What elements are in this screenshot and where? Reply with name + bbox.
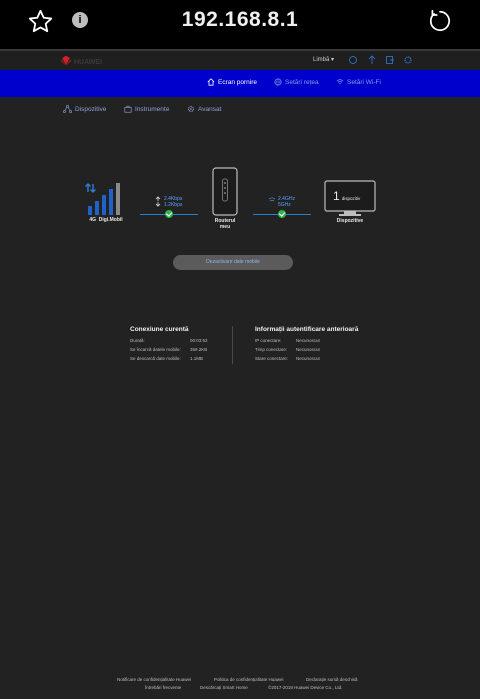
browser-toolbar: i 192.168.8.1	[0, 0, 480, 49]
device-count: 1	[333, 189, 340, 203]
previous-auth-title: Informații autentificare anterioară	[255, 326, 359, 333]
logout-icon[interactable]	[385, 55, 395, 65]
footer-link-open-source[interactable]: Declarație sursă deschisă	[306, 677, 358, 682]
subnav-devices[interactable]: Dispozitive	[63, 105, 106, 113]
nav-home-label: Ecran pornire	[218, 78, 258, 86]
devices-caption: Dispozitive	[336, 218, 364, 224]
subnav-advanced-label: Avansat	[198, 105, 222, 113]
router-label-line2: meu	[219, 224, 231, 230]
uploaded-label: Se încarcă datele mobile:	[130, 347, 181, 352]
subnav-devices-label: Dispozitive	[75, 105, 107, 113]
duration-value: 00:03:52	[190, 338, 208, 343]
globe-icon	[274, 78, 282, 86]
nav-network-label: Setări rețea	[285, 78, 319, 86]
uploaded-value: 359.2KB	[190, 347, 208, 352]
toolbox-icon	[124, 105, 132, 113]
router-topbar: HUAWEI Limbă ▾	[0, 51, 480, 70]
router-icon[interactable]	[211, 167, 239, 217]
nav-wifi-settings[interactable]: Setări Wi-Fi	[336, 78, 381, 86]
wifi-bands: 2.4GHz 5GHz	[278, 196, 295, 208]
device-count-unit: dispozitiv	[341, 196, 361, 201]
subnav-advanced[interactable]: Avansat	[187, 105, 221, 113]
panel-divider	[232, 326, 233, 364]
login-time-label: Timp conectare:	[255, 347, 288, 352]
wifi-band-icon	[268, 197, 276, 202]
login-time-value: Necunoscut	[296, 347, 320, 352]
footer-link-privacy-notice[interactable]: Notificare de confidențialitate Huawei	[117, 677, 191, 682]
home-icon	[207, 78, 215, 86]
duration-label: Durată:	[130, 338, 145, 343]
wan-ok-icon	[165, 210, 173, 218]
downloaded-value: 1.1MB	[190, 356, 204, 361]
up-down-arrows-icon	[155, 196, 161, 207]
footer-copyright: ©2017-2019 Huawei Device Co., Ltd.	[268, 685, 343, 690]
login-ip-label: IP conectare:	[255, 338, 282, 343]
address-bar-url[interactable]: 192.168.8.1	[0, 8, 480, 32]
current-connection-title: Conexiune curentă	[130, 326, 189, 333]
disable-mobile-data-button[interactable]: Dezactivare date mobile	[173, 255, 293, 270]
brand-wordmark: HUAWEI	[74, 59, 102, 66]
subnav-tools-label: Instrumente	[135, 105, 170, 113]
messages-icon[interactable]	[348, 55, 358, 65]
operator-label: Digi.Mobil	[98, 217, 123, 223]
download-speed: 1.2Kbps	[164, 202, 183, 208]
lan-ok-icon	[278, 210, 286, 218]
huawei-logo: HUAWEI	[61, 56, 102, 66]
wifi-icon	[336, 79, 344, 84]
wifi-band-5: 5GHz	[278, 202, 291, 208]
settings-gear-icon[interactable]	[403, 55, 413, 65]
nav-network-settings[interactable]: Setări rețea	[274, 78, 319, 86]
login-status-value: Necunoscut	[296, 356, 320, 361]
language-selector[interactable]: Limbă ▾	[313, 56, 334, 63]
router-caption: Routerul meu	[205, 218, 245, 230]
footer-link-faq[interactable]: Întrebări frecvente	[145, 685, 181, 690]
footer-link-smart-home[interactable]: Descărcați Smart Home	[200, 685, 248, 690]
operator-caption: 4G Digi.Mobil	[88, 217, 124, 223]
devices-network-icon	[63, 105, 72, 113]
main-navigation: Ecran pornire Setări rețea Setări Wi-Fi	[0, 70, 480, 97]
nav-wifi-label: Setări Wi-Fi	[347, 78, 381, 86]
advanced-gear-icon	[188, 106, 194, 112]
downloaded-label: Se descarcă date mobile:	[130, 356, 181, 361]
nav-home[interactable]: Ecran pornire	[207, 78, 257, 86]
login-status-label: Stare conectare:	[255, 356, 289, 361]
login-ip-value: Necunoscut	[296, 338, 320, 343]
signal-strength-icon	[85, 183, 120, 215]
update-icon[interactable]	[367, 55, 377, 65]
wan-speeds: 2.4Kbps 1.2Kbps	[164, 196, 182, 208]
device-count-display: 1 dispozitiv	[333, 189, 360, 203]
subnav-tools[interactable]: Instrumente	[124, 105, 169, 113]
reload-icon[interactable]	[427, 8, 453, 34]
network-type-label: 4G	[89, 217, 96, 223]
connection-diagram: 4G Digi.Mobil 2.4Kbps 1.2Kbps Routerul m…	[0, 165, 480, 235]
footer-link-privacy-policy[interactable]: Politica de confidențialitate Huawei	[214, 677, 284, 682]
